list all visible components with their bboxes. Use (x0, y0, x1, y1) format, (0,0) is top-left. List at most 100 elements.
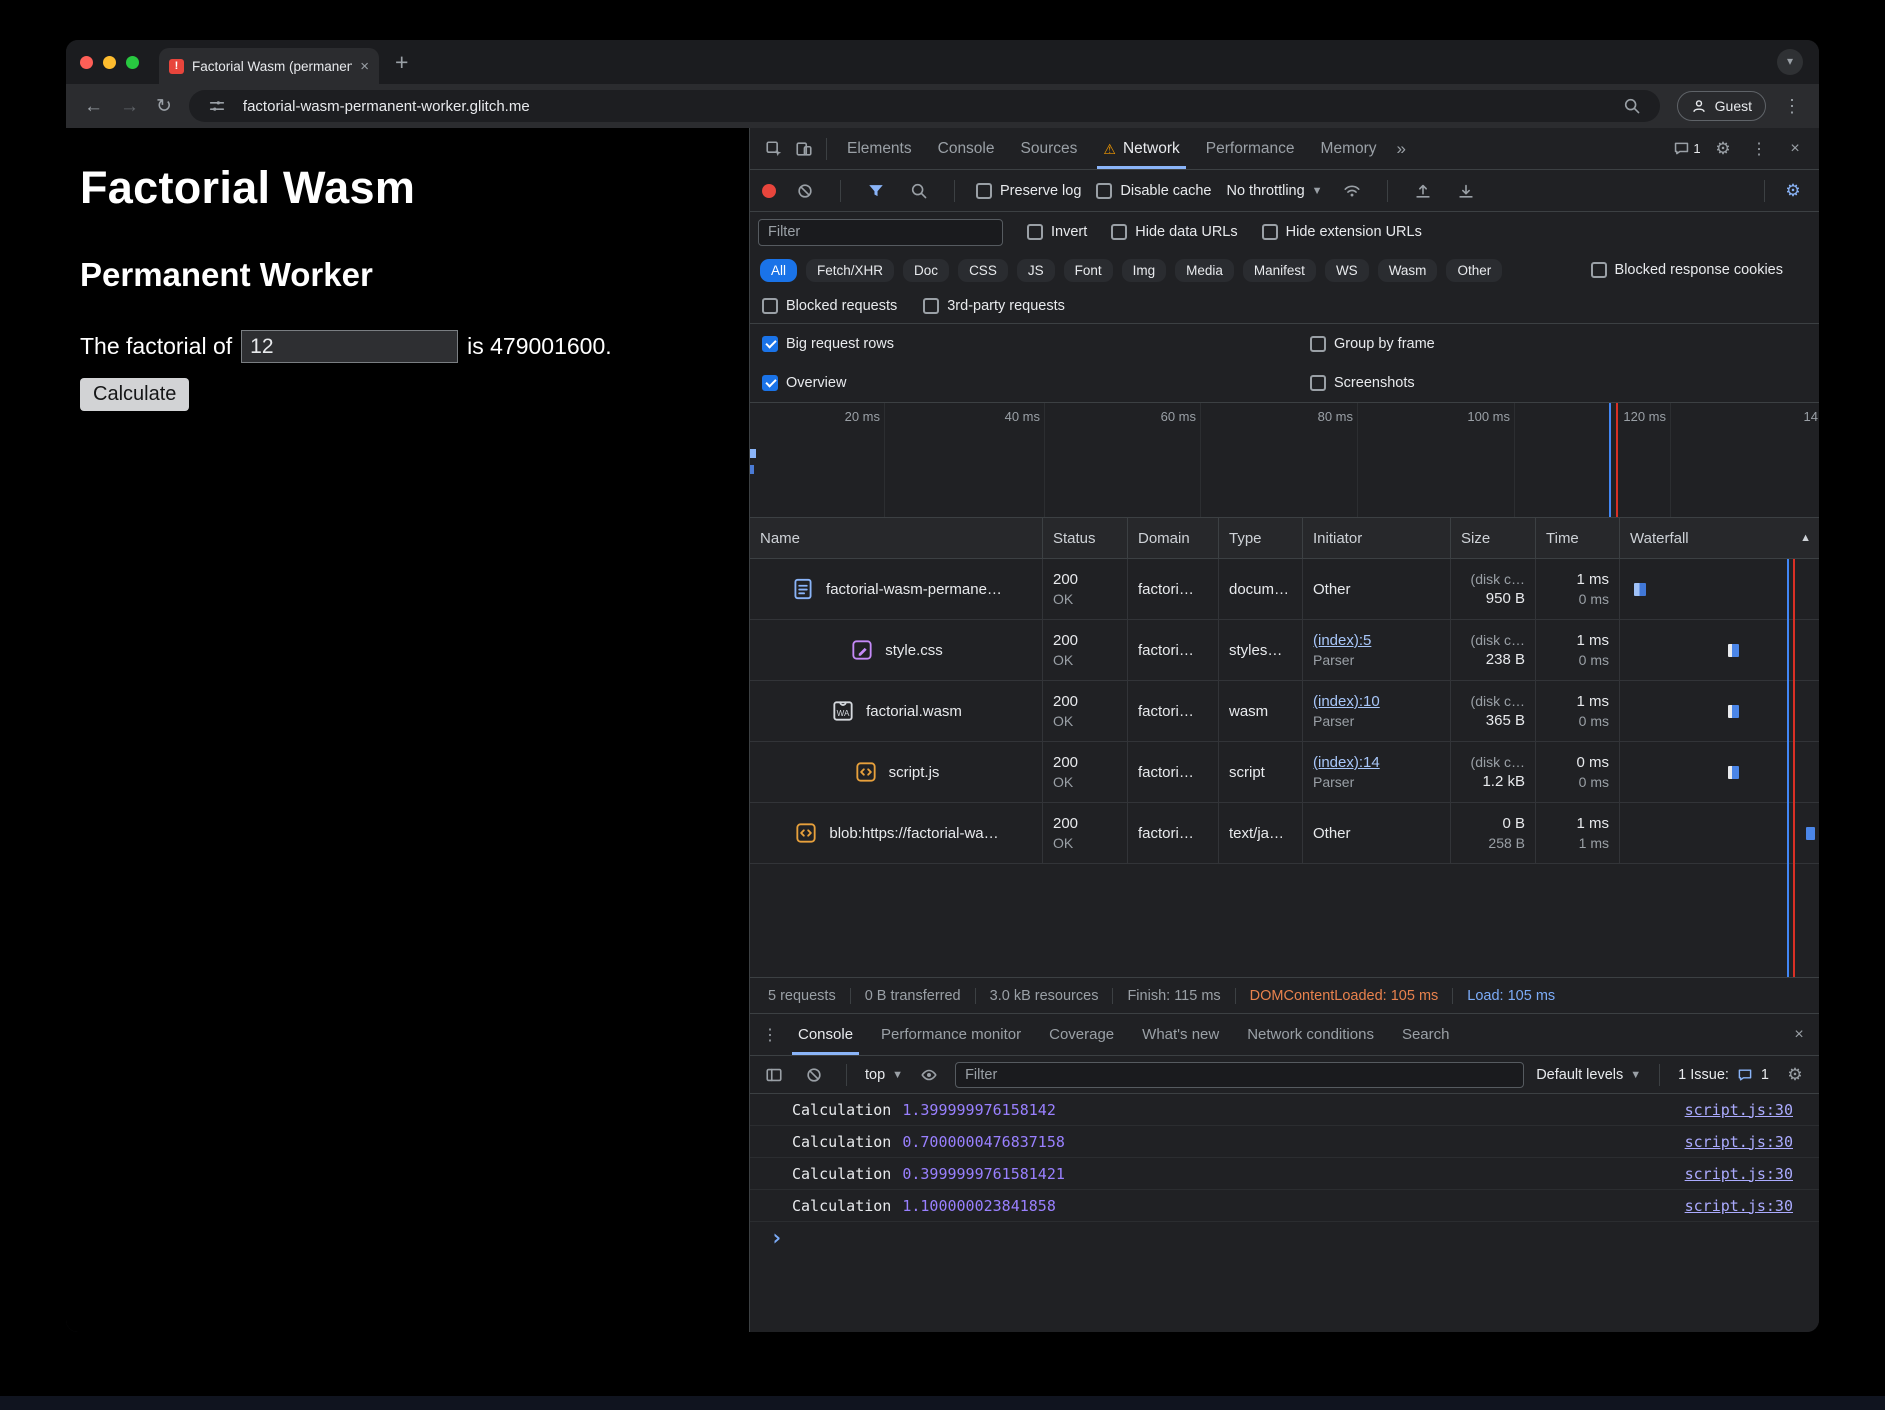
drawer-tab-whats-new[interactable]: What's new (1128, 1014, 1233, 1055)
checkbox[interactable] (1096, 183, 1112, 199)
chip-media[interactable]: Media (1175, 259, 1234, 282)
big-request-rows-checkbox[interactable]: Big request rows (762, 336, 1310, 352)
address-bar[interactable]: factorial-wasm-permanent-worker.glitch.m… (189, 90, 1660, 122)
console-message[interactable]: Calculation 1.100000023841858 script.js:… (750, 1190, 1819, 1222)
tab-sources[interactable]: Sources (1009, 128, 1090, 169)
browser-menu-button[interactable]: ⋮ (1783, 96, 1801, 117)
checkbox-checked[interactable] (762, 336, 778, 352)
chip-doc[interactable]: Doc (903, 259, 949, 282)
checkbox[interactable] (762, 298, 778, 314)
table-row-blob[interactable]: blob:https://factorial-wa… 200OK factori… (750, 803, 1819, 864)
forward-button[interactable]: → (120, 97, 139, 116)
blocked-response-cookies-checkbox[interactable]: Blocked response cookies (1591, 262, 1783, 278)
checkbox[interactable] (923, 298, 939, 314)
inspect-element-icon[interactable] (760, 134, 788, 164)
preserve-log-checkbox[interactable]: Preserve log (976, 183, 1081, 199)
column-header-type[interactable]: Type (1219, 518, 1303, 558)
checkbox-checked[interactable] (762, 375, 778, 391)
back-button[interactable]: ← (84, 97, 103, 116)
devtools-settings-icon[interactable]: ⚙ (1709, 134, 1737, 164)
log-levels-select[interactable]: Default levels ▼ (1536, 1067, 1641, 1083)
hide-extension-urls-checkbox[interactable]: Hide extension URLs (1262, 224, 1422, 240)
import-har-icon[interactable] (1409, 176, 1437, 206)
table-row-stylesheet[interactable]: style.css 200OK factori… styles… (index)… (750, 620, 1819, 681)
hide-data-urls-checkbox[interactable]: Hide data URLs (1111, 224, 1237, 240)
checkbox[interactable] (1310, 375, 1326, 391)
chip-ws[interactable]: WS (1325, 259, 1369, 282)
third-party-requests-checkbox[interactable]: 3rd-party requests (923, 298, 1065, 314)
record-network-log-button[interactable] (762, 184, 776, 198)
disable-cache-checkbox[interactable]: Disable cache (1096, 183, 1211, 199)
more-tabs-icon[interactable]: » (1391, 139, 1412, 159)
drawer-tab-performance-monitor[interactable]: Performance monitor (867, 1014, 1035, 1055)
calculate-button[interactable]: Calculate (80, 378, 189, 411)
clear-console-icon[interactable] (800, 1060, 828, 1090)
drawer-close-icon[interactable]: × (1785, 1020, 1813, 1050)
checkbox[interactable] (1310, 336, 1326, 352)
chip-other[interactable]: Other (1446, 259, 1502, 282)
invert-checkbox[interactable]: Invert (1027, 224, 1087, 240)
drawer-tab-console[interactable]: Console (784, 1014, 867, 1055)
network-settings-icon[interactable]: ⚙ (1779, 176, 1807, 206)
console-sideb​ar-toggle-icon[interactable] (760, 1060, 788, 1090)
chip-font[interactable]: Font (1064, 259, 1113, 282)
drawer-tab-coverage[interactable]: Coverage (1035, 1014, 1128, 1055)
maximize-window-button[interactable] (126, 56, 139, 69)
search-icon[interactable] (905, 176, 933, 206)
column-header-waterfall[interactable]: Waterfall ▲ (1620, 518, 1819, 558)
initiator-link[interactable]: (index):14 (1313, 754, 1440, 771)
console-filter-input[interactable] (955, 1062, 1524, 1088)
console-message[interactable]: Calculation 0.7000000476837158 script.js… (750, 1126, 1819, 1158)
minimize-window-button[interactable] (103, 56, 116, 69)
filter-icon[interactable] (862, 176, 890, 206)
chip-wasm[interactable]: Wasm (1378, 259, 1438, 282)
column-header-name[interactable]: Name (750, 518, 1043, 558)
screenshots-checkbox[interactable]: Screenshots (1310, 375, 1807, 391)
chip-js[interactable]: JS (1017, 259, 1055, 282)
source-link[interactable]: script.js:30 (1685, 1165, 1793, 1183)
drawer-tab-search[interactable]: Search (1388, 1014, 1464, 1055)
table-row-script[interactable]: script.js 200OK factori… script (index):… (750, 742, 1819, 803)
column-header-domain[interactable]: Domain (1128, 518, 1219, 558)
chip-fetch-xhr[interactable]: Fetch/XHR (806, 259, 894, 282)
zoom-icon[interactable] (1618, 91, 1646, 121)
console-settings-icon[interactable]: ⚙ (1781, 1060, 1809, 1090)
devtools-close-icon[interactable]: × (1781, 134, 1809, 164)
checkbox[interactable] (976, 183, 992, 199)
context-select[interactable]: top ▼ (865, 1067, 903, 1083)
eye-icon[interactable] (915, 1060, 943, 1090)
column-header-status[interactable]: Status (1043, 518, 1128, 558)
initiator-link[interactable]: (index):10 (1313, 693, 1440, 710)
factorial-input[interactable] (241, 330, 458, 363)
drawer-menu-icon[interactable]: ⋮ (756, 1020, 784, 1050)
column-header-initiator[interactable]: Initiator (1303, 518, 1451, 558)
network-conditions-icon[interactable] (1338, 176, 1366, 206)
site-info-icon[interactable] (203, 91, 231, 121)
source-link[interactable]: script.js:30 (1685, 1197, 1793, 1215)
source-link[interactable]: script.js:30 (1685, 1101, 1793, 1119)
checkbox[interactable] (1262, 224, 1278, 240)
tab-close-icon[interactable]: × (360, 59, 369, 74)
checkbox[interactable] (1027, 224, 1043, 240)
overview-checkbox[interactable]: Overview (762, 375, 1310, 391)
checkbox[interactable] (1591, 262, 1607, 278)
browser-tab[interactable]: ! Factorial Wasm (permanent W × (159, 48, 379, 84)
tab-search-button[interactable]: ▾ (1777, 49, 1803, 75)
network-overview-timeline[interactable]: 20 ms 40 ms 60 ms 80 ms 100 ms 120 ms 14 (750, 403, 1819, 518)
throttling-select[interactable]: No throttling ▼ (1226, 183, 1322, 199)
table-row-document[interactable]: factorial-wasm-permane… 200OK factori… d… (750, 559, 1819, 620)
device-toolbar-icon[interactable] (790, 134, 818, 164)
column-header-time[interactable]: Time (1536, 518, 1620, 558)
reload-button[interactable]: ↻ (156, 97, 172, 116)
chip-manifest[interactable]: Manifest (1243, 259, 1316, 282)
tab-console[interactable]: Console (926, 128, 1007, 169)
tab-memory[interactable]: Memory (1309, 128, 1389, 169)
console-message[interactable]: Calculation 0.3999999761581421 script.js… (750, 1158, 1819, 1190)
close-window-button[interactable] (80, 56, 93, 69)
tab-elements[interactable]: Elements (835, 128, 924, 169)
tab-performance[interactable]: Performance (1194, 128, 1307, 169)
tab-network[interactable]: ⚠ Network (1091, 128, 1191, 169)
checkbox[interactable] (1111, 224, 1127, 240)
drawer-tab-network-conditions[interactable]: Network conditions (1233, 1014, 1388, 1055)
export-har-icon[interactable] (1452, 176, 1480, 206)
